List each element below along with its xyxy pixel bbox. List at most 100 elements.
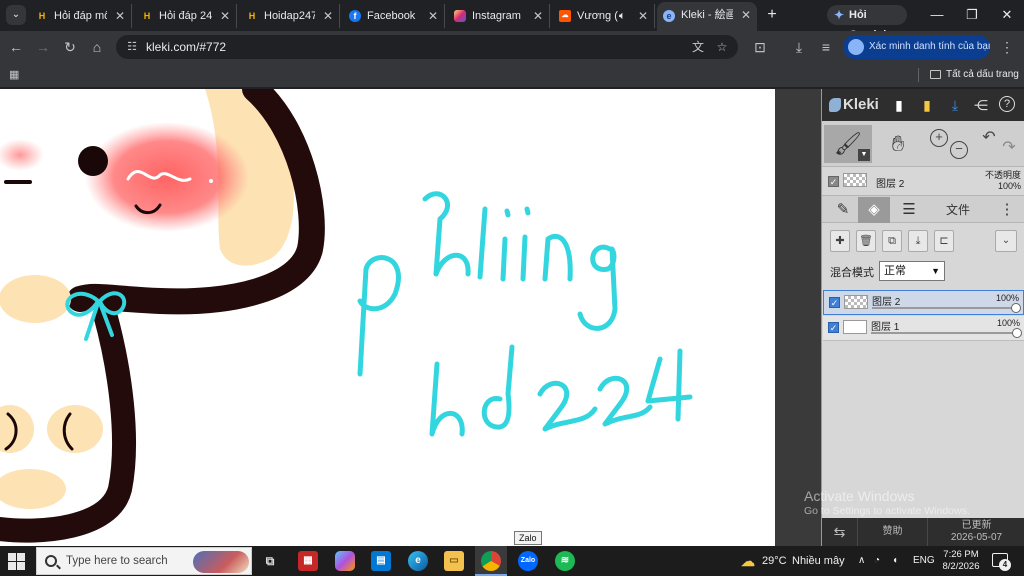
weather-icon[interactable]: ☁ [738, 551, 758, 571]
tab-hoidap-mon[interactable]: H Hỏi đáp môn ✕ [30, 4, 132, 28]
home-icon: ⌂ [92, 39, 102, 55]
chevron-down-icon[interactable]: ▼ [858, 149, 870, 161]
slider-handle[interactable] [1012, 328, 1022, 338]
restore-button[interactable]: ❐ [957, 4, 987, 26]
new-image-icon[interactable]: ▮ [890, 96, 908, 114]
open-file-icon[interactable]: ▮ [918, 96, 936, 114]
undo-icon[interactable]: ↶ [980, 129, 998, 147]
downloads-button[interactable]: ⤓ [789, 37, 809, 57]
tab-search-button[interactable]: ⌄ [6, 5, 26, 25]
drawing-canvas[interactable] [0, 89, 775, 546]
address-bar[interactable]: ☷ kleki.com/#772 文 ☆ [116, 35, 738, 59]
layer-opacity-slider[interactable] [871, 332, 1017, 334]
opacity-label: 不透明度 [984, 170, 1021, 180]
tab-more[interactable]: ⋮ [994, 197, 1020, 223]
spotify-icon[interactable]: ≋ [555, 551, 575, 571]
translate-icon[interactable]: 文 [690, 39, 706, 55]
kleki-tool-row: 🖌︎ ▼ ✋︎ + − ↶ ↷ [822, 121, 1024, 167]
media-controls-button[interactable]: ≡ [816, 37, 836, 57]
minimize-button[interactable]: — [922, 4, 952, 26]
duplicate-layer-icon[interactable]: ⧉ [882, 230, 902, 252]
browser-menu-button[interactable]: ⋮ [997, 37, 1017, 57]
tab-facebook[interactable]: f Facebook ✕ [343, 4, 445, 28]
all-bookmarks-button[interactable]: Tất cả dấu trang [930, 62, 1019, 88]
merge-down-icon[interactable]: ⤓ [908, 230, 928, 252]
tab-soundcloud[interactable]: ☁ Vương ( 🔈︎ ✕ [553, 4, 655, 28]
tab-file[interactable]: 文件 [934, 197, 982, 223]
file-explorer-icon[interactable]: ▭ [444, 551, 464, 571]
kleki-logo[interactable]: Kleki [829, 95, 879, 115]
home-button[interactable]: ⌂ [87, 37, 107, 57]
redo-icon[interactable]: ↷ [1000, 139, 1018, 157]
updated-date: 2026-05-07 [950, 532, 1003, 543]
new-tab-button[interactable]: + [763, 5, 781, 25]
reload-button[interactable]: ↻ [60, 37, 80, 57]
gemini-button[interactable]: ✦ Hỏi Gemini [827, 5, 907, 41]
language-indicator[interactable]: ENG [913, 546, 935, 576]
address-text[interactable]: kleki.com/#772 [146, 35, 226, 59]
close-icon[interactable]: ✕ [220, 4, 230, 28]
layer-row[interactable]: ✓ 图层 1 100% [823, 316, 1024, 341]
hand-tool-button[interactable]: ✋︎ [874, 125, 922, 163]
tab-kleki[interactable]: e Kleki - 絵画 ✕ [657, 2, 757, 31]
help-icon[interactable]: ? [999, 96, 1015, 112]
task-view-icon[interactable]: ⧉ [260, 551, 280, 571]
layer-menu-dropdown[interactable]: ⌄ [995, 230, 1017, 252]
share-icon[interactable]: ⋲ [972, 96, 990, 114]
taskbar-search[interactable]: Type here to search [36, 547, 252, 575]
close-icon[interactable]: ✕ [741, 2, 751, 29]
changelog-link[interactable]: 已更新 2026-05-07 [928, 518, 1024, 546]
edge-icon[interactable]: e [408, 551, 428, 571]
tab-brush[interactable]: ✎ [826, 197, 860, 223]
apps-grid-icon[interactable]: ▦ [9, 68, 23, 82]
checkbox-icon[interactable]: ✓ [828, 176, 839, 187]
close-icon[interactable]: ✕ [115, 4, 125, 28]
close-icon[interactable]: ✕ [323, 4, 333, 28]
chevron-up-icon[interactable]: ∧ [858, 546, 865, 576]
brush-tool-button[interactable]: 🖌︎ ▼ [824, 125, 872, 163]
rename-layer-icon[interactable]: ⊏ [934, 230, 954, 252]
tab-instagram[interactable]: Instagram ✕ [448, 4, 550, 28]
chrome-icon[interactable] [481, 551, 501, 571]
site-settings-icon[interactable]: ☷ [124, 39, 140, 55]
weather-desc[interactable]: Nhiều mây [792, 546, 845, 576]
tab-adjust[interactable]: ☰ [892, 197, 926, 223]
zalo-icon[interactable]: Zalo [518, 551, 538, 571]
zoom-in-icon[interactable]: + [930, 129, 948, 147]
close-window-button[interactable]: ✕ [992, 4, 1022, 26]
tab-layers[interactable]: ◈ [858, 197, 890, 223]
start-button[interactable] [6, 552, 26, 570]
app-icon[interactable]: ▦ [298, 551, 318, 571]
weather-temp[interactable]: 29°C [762, 546, 787, 576]
blend-mode-select[interactable]: 正常 ▼ [879, 261, 945, 281]
swap-icon: ⇆ [833, 524, 846, 540]
clock[interactable]: 7:26 PM 8/2/2026 [940, 549, 982, 573]
tab-hoidap247-com[interactable]: H Hoidap247.c ✕ [240, 4, 340, 28]
slider-handle[interactable] [1011, 303, 1021, 313]
verify-identity-button[interactable]: Xác minh danh tính của bạn [843, 35, 990, 59]
zoom-out-icon[interactable]: − [950, 141, 968, 159]
volume-icon[interactable]: ◖ [892, 546, 898, 576]
swap-panel-button[interactable]: ⇆ [822, 518, 858, 546]
back-button[interactable]: ← [6, 37, 26, 57]
forward-button[interactable]: → [33, 37, 53, 57]
layer-visibility-checkbox[interactable]: ✓ [829, 297, 840, 308]
star-icon[interactable]: ☆ [714, 39, 730, 55]
close-icon[interactable]: ✕ [428, 4, 438, 28]
download-icon[interactable]: ⤓ [946, 96, 964, 114]
wifi-icon[interactable]: ◔ [874, 546, 880, 576]
layer-row[interactable]: ✓ 图层 2 100% [823, 290, 1024, 315]
donate-link[interactable]: 赞助 [858, 518, 928, 546]
close-icon[interactable]: ✕ [638, 4, 648, 28]
close-icon[interactable]: ✕ [533, 4, 543, 28]
delete-layer-icon[interactable]: 🗑︎ [856, 230, 876, 252]
speaker-icon[interactable]: 🔈︎ [619, 4, 626, 28]
layer-opacity-slider[interactable] [872, 307, 1018, 309]
canvas-area[interactable] [0, 89, 821, 546]
layer-visibility-checkbox[interactable]: ✓ [828, 322, 839, 333]
copilot-icon[interactable] [335, 551, 355, 571]
lens-button[interactable]: ⊡ [750, 37, 770, 57]
tab-hoidap-247[interactable]: H Hỏi đáp 247 ✕ [135, 4, 237, 28]
store-icon[interactable]: ▤ [371, 551, 391, 571]
add-layer-icon[interactable]: ✚ [830, 230, 850, 252]
